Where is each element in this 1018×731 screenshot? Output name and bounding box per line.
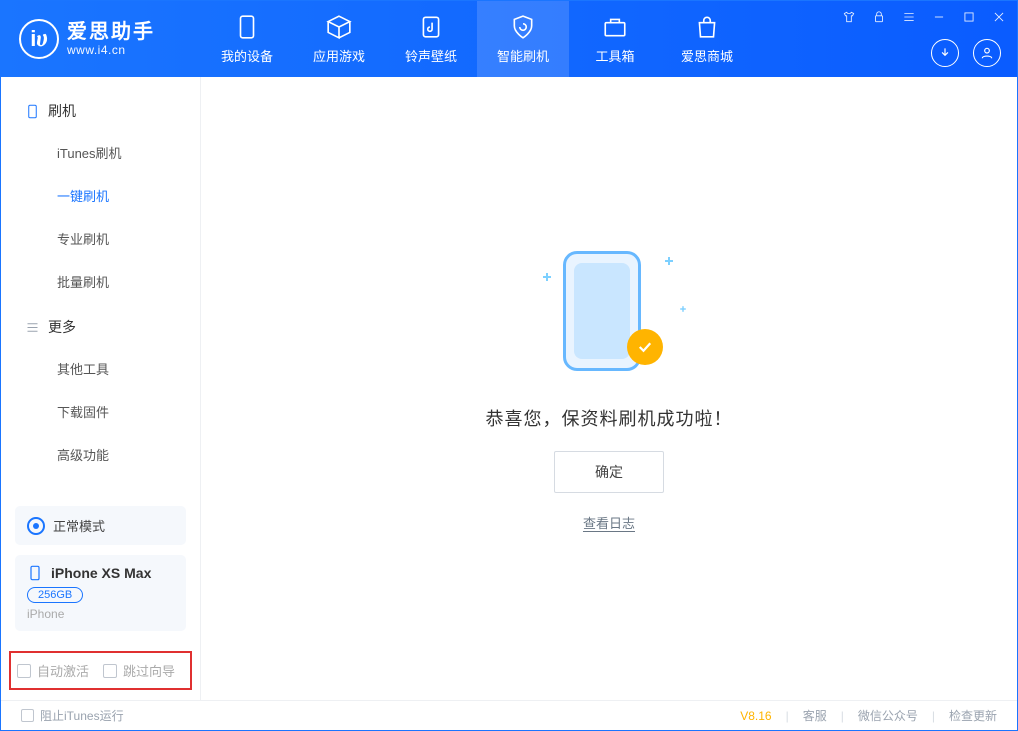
flash-options-highlighted: 自动激活 跳过向导 [9, 651, 192, 690]
sparkle-icon [543, 273, 551, 281]
device-storage-badge: 256GB [27, 587, 83, 603]
device-info-card[interactable]: iPhone XS Max 256GB iPhone [15, 555, 186, 631]
tab-label: 爱思商城 [681, 46, 733, 65]
success-illustration [549, 245, 669, 385]
device-name: iPhone XS Max [51, 565, 151, 581]
skip-guide-checkbox[interactable]: 跳过向导 [103, 661, 175, 680]
tab-apps[interactable]: 应用游戏 [293, 1, 385, 77]
support-link[interactable]: 客服 [803, 707, 827, 724]
check-update-link[interactable]: 检查更新 [949, 707, 997, 724]
sparkle-icon [680, 306, 686, 312]
app-logo: iሀ 爱思助手 www.i4.cn [1, 1, 201, 77]
tab-label: 铃声壁纸 [405, 46, 457, 65]
version-label: V8.16 [740, 709, 771, 723]
tab-flash[interactable]: 智能刷机 [477, 1, 569, 77]
checkbox-icon [17, 664, 31, 678]
tab-label: 工具箱 [595, 46, 634, 65]
tab-device[interactable]: 我的设备 [201, 1, 293, 77]
phone-screen-icon [574, 263, 630, 359]
phone-small-icon [27, 565, 43, 581]
sidebar-item-batch-flash[interactable]: 批量刷机 [1, 260, 200, 303]
header-action-buttons [931, 39, 1001, 67]
tab-ring[interactable]: 铃声壁纸 [385, 1, 477, 77]
logo-icon: iሀ [19, 19, 59, 59]
success-message: 恭喜您，保资料刷机成功啦！ [486, 405, 733, 431]
group-title: 刷机 [48, 101, 76, 121]
device-icon [25, 104, 40, 119]
status-bar: 阻止iTunes运行 V8.16 | 客服 | 微信公众号 | 检查更新 [1, 700, 1017, 730]
mode-label: 正常模式 [53, 516, 105, 535]
view-log-link[interactable]: 查看日志 [583, 513, 635, 532]
checkbox-icon [21, 709, 34, 722]
sidebar-item-pro-flash[interactable]: 专业刷机 [1, 217, 200, 260]
lock-icon[interactable] [869, 7, 889, 27]
mode-indicator-icon [27, 517, 45, 535]
tab-label: 应用游戏 [313, 46, 365, 65]
shield-refresh-icon [510, 14, 536, 40]
toolbox-icon [602, 14, 628, 40]
user-button[interactable] [973, 39, 1001, 67]
tab-label: 我的设备 [221, 46, 273, 65]
check-badge-icon [627, 329, 663, 365]
sidebar-item-download-firmware[interactable]: 下载固件 [1, 390, 200, 433]
sidebar-item-onekey-flash[interactable]: 一键刷机 [1, 174, 200, 217]
auto-activate-checkbox[interactable]: 自动激活 [17, 661, 89, 680]
tab-toolbox[interactable]: 工具箱 [569, 1, 661, 77]
sidebar-item-other-tools[interactable]: 其他工具 [1, 347, 200, 390]
checkbox-label: 跳过向导 [123, 661, 175, 680]
minimize-icon[interactable] [929, 7, 949, 27]
sidebar-item-itunes-flash[interactable]: iTunes刷机 [1, 131, 200, 174]
device-type: iPhone [27, 607, 174, 621]
maximize-icon[interactable] [959, 7, 979, 27]
app-title: 爱思助手 [67, 21, 155, 43]
download-button[interactable] [931, 39, 959, 67]
checkbox-label: 自动激活 [37, 661, 89, 680]
bag-icon [694, 14, 720, 40]
phone-icon [234, 14, 260, 40]
app-subtitle: www.i4.cn [67, 43, 155, 57]
tab-label: 智能刷机 [497, 46, 549, 65]
sidebar-group-more: 更多 [1, 303, 200, 347]
block-itunes-checkbox[interactable]: 阻止iTunes运行 [21, 707, 124, 724]
checkbox-label: 阻止iTunes运行 [40, 707, 124, 724]
sidebar-item-advanced[interactable]: 高级功能 [1, 433, 200, 476]
checkbox-icon [103, 664, 117, 678]
tab-mall[interactable]: 爱思商城 [661, 1, 753, 77]
shirt-icon[interactable] [839, 7, 859, 27]
device-mode-card[interactable]: 正常模式 [15, 506, 186, 545]
group-title: 更多 [48, 317, 76, 337]
main-tabs: 我的设备 应用游戏 铃声壁纸 智能刷机 工具箱 爱思商城 [201, 1, 753, 77]
music-file-icon [418, 14, 444, 40]
main-content: 恭喜您，保资料刷机成功啦！ 确定 查看日志 [201, 77, 1017, 700]
app-header: iሀ 爱思助手 www.i4.cn 我的设备 应用游戏 铃声壁纸 智能刷机 工具… [1, 1, 1017, 77]
close-icon[interactable] [989, 7, 1009, 27]
sidebar-group-flash: 刷机 [1, 87, 200, 131]
cube-icon [326, 14, 352, 40]
menu-icon[interactable] [899, 7, 919, 27]
window-controls [839, 7, 1009, 27]
wechat-link[interactable]: 微信公众号 [858, 707, 918, 724]
sidebar: 刷机 iTunes刷机 一键刷机 专业刷机 批量刷机 更多 其他工具 下载固件 … [1, 77, 201, 700]
list-icon [25, 320, 40, 335]
sparkle-icon [665, 257, 673, 265]
ok-button[interactable]: 确定 [554, 451, 664, 493]
